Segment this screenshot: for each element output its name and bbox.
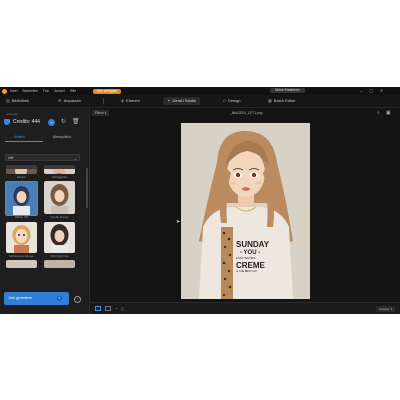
add-credits-icon[interactable]: + <box>48 119 55 126</box>
tab-divider <box>103 98 104 104</box>
thumbnail-image <box>44 165 75 174</box>
tab-label: GenAI Studio <box>172 98 197 103</box>
tab-label: Bibliothek <box>11 98 30 103</box>
view-mode-buttons: ◔ ▯ <box>95 306 124 311</box>
tab-batch-editor[interactable]: ▦ Batch Editor <box>268 97 296 105</box>
sidebar-actions: + ↻ 🗑 <box>48 119 80 126</box>
thumbnail-label: Grimmig Frau <box>50 254 69 258</box>
credit-cost-badge: 5 <box>57 296 62 301</box>
shirt-text: SUNDAY <box>236 240 270 249</box>
library-icon: ▤ <box>6 98 10 103</box>
tab-label: Design <box>228 98 241 103</box>
tab-adjust[interactable]: ⚙ Anpassen <box>58 97 81 105</box>
single-view-icon[interactable] <box>95 306 101 311</box>
style-thumbnail[interactable] <box>44 181 75 214</box>
history-icon[interactable]: ◔ <box>115 306 117 311</box>
style-thumbnail[interactable] <box>44 165 75 174</box>
menu-photo[interactable]: Foto <box>43 89 49 93</box>
viewer-bottom-bar: ◔ ▯ Anpass. ▾ <box>90 302 400 314</box>
shield-icon <box>4 119 10 125</box>
style-thumbnail[interactable] <box>44 260 75 268</box>
shirt-text: - YOU - <box>240 250 261 256</box>
style-filter-select[interactable]: Alle ⌄ <box>5 154 80 161</box>
maximize-icon[interactable]: ▢ <box>369 88 373 93</box>
style-thumbnail-selected[interactable] <box>5 181 38 216</box>
zoom-dropdown[interactable]: Anpass. ▾ <box>376 306 396 312</box>
style-thumbnail[interactable] <box>6 165 37 174</box>
delete-icon[interactable]: 🗑 <box>72 119 80 126</box>
active-tab-indicator <box>5 141 43 142</box>
menu-edit[interactable]: Bearbeiten <box>22 89 37 93</box>
refresh-icon[interactable]: ↻ <box>60 119 67 126</box>
tab-genai-studio[interactable]: ✦ GenAI Studio <box>163 97 201 105</box>
thumbnail-image <box>6 182 37 215</box>
tab-label: Ebenen <box>126 98 140 103</box>
filter-dropdown[interactable]: Filtern ▾ <box>92 110 110 116</box>
shirt-text: ★ THE BEST DAY <box>236 270 258 273</box>
shirt-text: CREME <box>236 261 265 270</box>
tab-layers[interactable]: ◈ Ebenen <box>121 97 140 105</box>
generate-label: Jetzt generieren <box>8 296 33 300</box>
menu-bar: Datei Bearbeiten Foto Ansicht Hilfe Neu … <box>0 87 400 95</box>
genai-icon: ✦ <box>167 98 171 103</box>
style-thumbnail[interactable] <box>44 222 75 253</box>
compare-view-icon[interactable] <box>105 306 111 311</box>
thumbnail-label: Zauber <box>16 175 27 179</box>
generate-button[interactable]: Jetzt generieren 5 <box>4 292 69 305</box>
style-thumbnail[interactable] <box>6 260 37 268</box>
style-thumbnail[interactable] <box>6 222 37 253</box>
credits-display: Credits: 444 <box>4 119 40 125</box>
search-icon[interactable]: ⌕ <box>377 110 380 116</box>
design-icon: ◇ <box>223 98 227 103</box>
help-icon[interactable]: ? <box>74 296 81 303</box>
canvas-image[interactable]: SUNDAY - YOU - & ANY WAITING CREME ★ THE… <box>181 123 310 299</box>
thumbnail-label: Schlüsselanhänger <box>8 254 35 258</box>
thumbnail-label: Aktive Stil <box>14 215 29 219</box>
tab-design[interactable]: ◇ Design <box>223 97 241 105</box>
viewer-tools: ⌕ ▣ <box>377 110 391 116</box>
sidebar-scrollbar[interactable] <box>86 168 88 208</box>
panel-icon[interactable]: ▣ <box>386 110 391 116</box>
tab-human[interactable]: Menschlich <box>53 135 71 139</box>
menu-view[interactable]: Ansicht <box>54 89 64 93</box>
tab-artistic[interactable]: Artistic <box>14 135 25 139</box>
menu-help[interactable]: Hilfe <box>70 89 76 93</box>
thumbnail-image <box>44 222 75 253</box>
thumbnail-label: Sanfte Puppe <box>50 215 69 219</box>
image-viewer: Filtern ▾ _IMAGE03_12771.png ⌕ ▣ SUNDAY … <box>90 108 400 314</box>
thumbnail-image <box>6 222 37 253</box>
ai-art-sidebar: AI Kunst Credits: 444 + ↻ 🗑 Artistic Men… <box>0 108 90 314</box>
credits-label: Credits: 444 <box>13 119 40 125</box>
tab-label: Batch Editor <box>273 98 296 103</box>
menu-file[interactable]: Datei <box>10 89 17 93</box>
delete-icon[interactable]: ▯ <box>121 306 123 311</box>
adjust-icon: ⚙ <box>58 98 62 103</box>
window-controls: – ▢ ✕ <box>360 88 383 93</box>
section-label: AI Kunst <box>6 112 18 116</box>
thumbnail-image <box>6 165 37 174</box>
shirt-print: SUNDAY - YOU - & ANY WAITING CREME ★ THE… <box>236 241 294 274</box>
module-tabs: ▤ Bibliothek ⚙ Anpassen ◈ Ebenen ✦ GenAI… <box>0 95 400 108</box>
tab-library[interactable]: ▤ Bibliothek <box>6 97 29 105</box>
select-value: Alle <box>8 156 14 160</box>
update-button[interactable]: Neu verfügbar <box>93 88 122 94</box>
account-button[interactable]: Meine Kreationen <box>270 88 305 93</box>
mouse-cursor-icon: ➤ <box>176 219 181 225</box>
thumbnail-label: Schlagkraft <box>51 175 67 179</box>
thumbnail-image <box>44 181 75 214</box>
layers-icon: ◈ <box>121 98 125 103</box>
file-name: _IMAGE03_12771.png <box>230 111 263 115</box>
tab-label: Anpassen <box>63 98 82 103</box>
batch-icon: ▦ <box>268 98 272 103</box>
app-window: Datei Bearbeiten Foto Ansicht Hilfe Neu … <box>0 87 400 314</box>
close-icon[interactable]: ✕ <box>380 88 383 93</box>
chevron-down-icon: ⌄ <box>73 156 77 161</box>
app-logo-icon <box>2 88 7 94</box>
minimize-icon[interactable]: – <box>360 88 362 93</box>
generator-tabs: Artistic Menschlich <box>0 133 89 143</box>
